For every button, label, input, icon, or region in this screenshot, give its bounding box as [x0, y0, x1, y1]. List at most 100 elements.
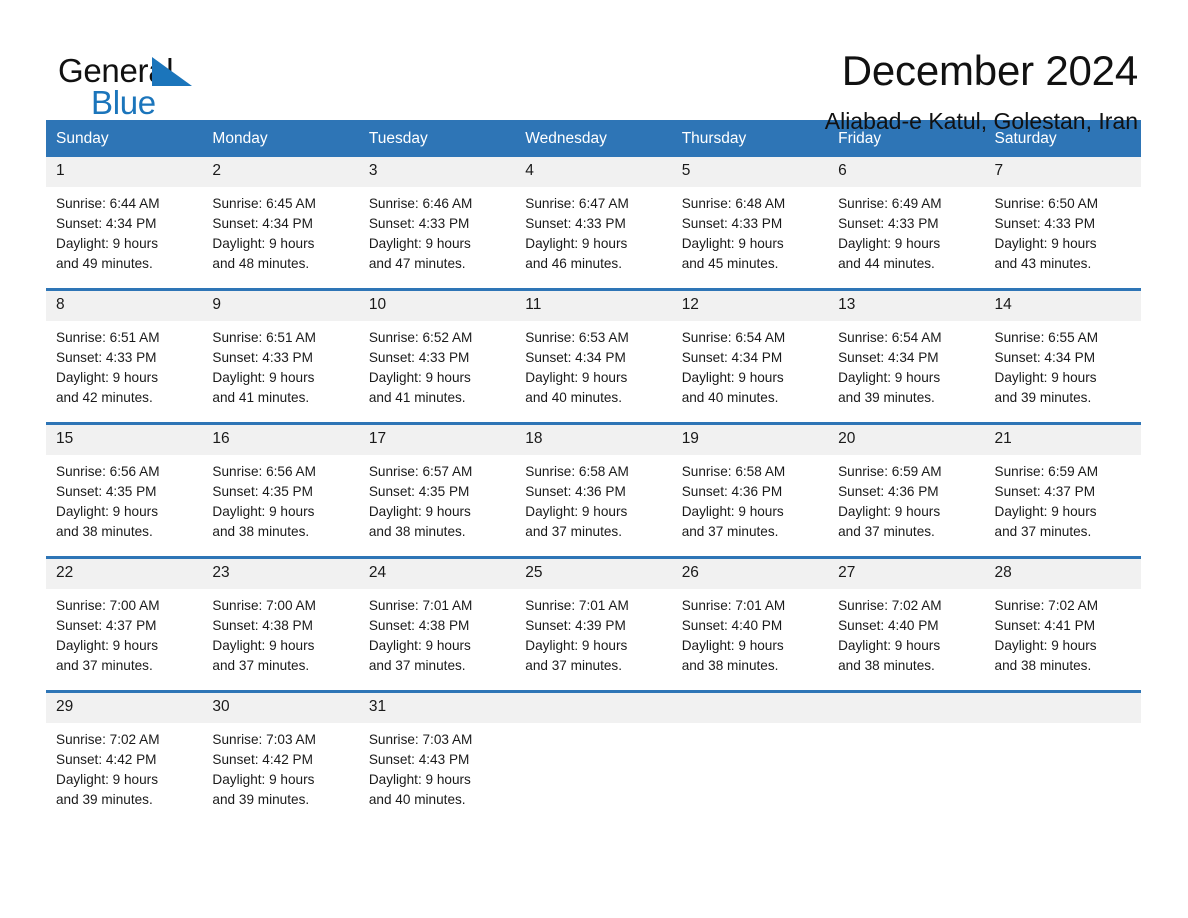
- day-cell[interactable]: 2 Sunrise: 6:45 AM Sunset: 4:34 PM Dayli…: [202, 157, 359, 290]
- sunset-text: Sunset: 4:33 PM: [994, 216, 1096, 231]
- day-number: 15: [46, 425, 203, 455]
- daylight-text-line2: and 38 minutes.: [681, 658, 779, 673]
- day-number: 1: [46, 157, 203, 187]
- week-row: 8 Sunrise: 6:51 AM Sunset: 4:33 PM Dayli…: [46, 288, 1141, 424]
- daylight-text-line1: Daylight: 9 hours: [56, 772, 159, 787]
- daylight-text-line1: Daylight: 9 hours: [525, 504, 628, 519]
- daylight-text-line1: Daylight: 9 hours: [56, 504, 159, 519]
- day-cell[interactable]: 6 Sunrise: 6:49 AM Sunset: 4:33 PM Dayli…: [828, 157, 985, 290]
- day-cell[interactable]: 27 Sunrise: 7:02 AM Sunset: 4:40 PM Dayl…: [828, 556, 985, 692]
- day-cell[interactable]: 29 Sunrise: 7:02 AM Sunset: 4:42 PM Dayl…: [46, 690, 203, 824]
- day-number: 30: [202, 693, 359, 723]
- sunrise-text: Sunrise: 7:03 AM: [212, 732, 316, 747]
- sunset-text: Sunset: 4:33 PM: [368, 350, 470, 365]
- week-row: 1 Sunrise: 6:44 AM Sunset: 4:34 PM Dayli…: [46, 157, 1141, 290]
- daylight-text-line2: and 39 minutes.: [994, 390, 1092, 405]
- daylight-text-line2: and 40 minutes.: [525, 390, 622, 405]
- day-cell[interactable]: 1 Sunrise: 6:44 AM Sunset: 4:34 PM Dayli…: [46, 157, 203, 290]
- daylight-text-line1: Daylight: 9 hours: [681, 370, 784, 385]
- day-details: Sunrise: 6:44 AM Sunset: 4:34 PM Dayligh…: [46, 187, 202, 274]
- day-cell-empty: [984, 690, 1141, 824]
- day-details: Sunrise: 6:50 AM Sunset: 4:33 PM Dayligh…: [985, 187, 1141, 274]
- day-number: 7: [984, 157, 1141, 187]
- daylight-text-line2: and 37 minutes.: [212, 658, 310, 673]
- day-cell[interactable]: 4 Sunrise: 6:47 AM Sunset: 4:33 PM Dayli…: [515, 157, 672, 290]
- sunrise-text: Sunrise: 6:52 AM: [368, 330, 473, 345]
- daylight-text-line2: and 37 minutes.: [681, 524, 779, 539]
- day-number: 4: [515, 157, 672, 187]
- day-number: 24: [358, 559, 516, 589]
- day-cell[interactable]: 9 Sunrise: 6:51 AM Sunset: 4:33 PM Dayli…: [202, 288, 359, 424]
- day-cell[interactable]: 30 Sunrise: 7:03 AM Sunset: 4:42 PM Dayl…: [202, 690, 359, 824]
- calendar-page: General Blue December 2024 Aliabad-e Kat…: [0, 0, 1188, 918]
- day-number: 6: [828, 157, 985, 187]
- day-cell[interactable]: 28 Sunrise: 7:02 AM Sunset: 4:41 PM Dayl…: [984, 556, 1141, 692]
- sunrise-text: Sunrise: 7:02 AM: [994, 598, 1099, 613]
- day-details: Sunrise: 6:49 AM Sunset: 4:33 PM Dayligh…: [828, 187, 984, 274]
- day-cell[interactable]: 16 Sunrise: 6:56 AM Sunset: 4:35 PM Dayl…: [202, 422, 359, 558]
- day-cell[interactable]: 8 Sunrise: 6:51 AM Sunset: 4:33 PM Dayli…: [46, 288, 203, 424]
- day-cell[interactable]: 22 Sunrise: 7:00 AM Sunset: 4:37 PM Dayl…: [46, 556, 203, 692]
- day-details: Sunrise: 6:57 AM Sunset: 4:35 PM Dayligh…: [359, 455, 515, 542]
- day-cell[interactable]: 13 Sunrise: 6:54 AM Sunset: 4:34 PM Dayl…: [828, 288, 985, 424]
- day-cell[interactable]: 18 Sunrise: 6:58 AM Sunset: 4:36 PM Dayl…: [515, 422, 672, 558]
- sunset-text: Sunset: 4:33 PM: [56, 350, 157, 365]
- day-cell[interactable]: 12 Sunrise: 6:54 AM Sunset: 4:34 PM Dayl…: [671, 288, 829, 424]
- generalblue-logo[interactable]: General Blue: [58, 46, 218, 122]
- day-details: Sunrise: 6:56 AM Sunset: 4:35 PM Dayligh…: [202, 455, 358, 542]
- daylight-text-line1: Daylight: 9 hours: [212, 370, 315, 385]
- day-cell[interactable]: 24 Sunrise: 7:01 AM Sunset: 4:38 PM Dayl…: [358, 556, 516, 692]
- sunset-text: Sunset: 4:35 PM: [368, 484, 470, 499]
- sunset-text: Sunset: 4:38 PM: [212, 618, 313, 633]
- day-cell[interactable]: 5 Sunrise: 6:48 AM Sunset: 4:33 PM Dayli…: [671, 157, 829, 290]
- day-cell-empty: [671, 690, 829, 824]
- day-cell[interactable]: 11 Sunrise: 6:53 AM Sunset: 4:34 PM Dayl…: [515, 288, 672, 424]
- daylight-text-line1: Daylight: 9 hours: [525, 638, 628, 653]
- daylight-text-line1: Daylight: 9 hours: [994, 236, 1097, 251]
- day-number: 18: [515, 425, 672, 455]
- sunrise-text: Sunrise: 6:53 AM: [525, 330, 629, 345]
- daylight-text-line2: and 40 minutes.: [368, 792, 466, 807]
- day-cell[interactable]: 19 Sunrise: 6:58 AM Sunset: 4:36 PM Dayl…: [671, 422, 829, 558]
- daylight-text-line1: Daylight: 9 hours: [212, 504, 315, 519]
- day-cell-empty: [828, 690, 985, 824]
- daylight-text-line1: Daylight: 9 hours: [212, 236, 315, 251]
- day-cell[interactable]: 14 Sunrise: 6:55 AM Sunset: 4:34 PM Dayl…: [984, 288, 1141, 424]
- day-cell[interactable]: 10 Sunrise: 6:52 AM Sunset: 4:33 PM Dayl…: [358, 288, 516, 424]
- sunset-text: Sunset: 4:35 PM: [212, 484, 313, 499]
- daylight-text-line2: and 44 minutes.: [838, 256, 935, 271]
- sunset-text: Sunset: 4:36 PM: [681, 484, 783, 499]
- day-cell[interactable]: 21 Sunrise: 6:59 AM Sunset: 4:37 PM Dayl…: [984, 422, 1141, 558]
- day-cell[interactable]: 25 Sunrise: 7:01 AM Sunset: 4:39 PM Dayl…: [515, 556, 672, 692]
- day-cell[interactable]: 20 Sunrise: 6:59 AM Sunset: 4:36 PM Dayl…: [828, 422, 985, 558]
- day-details: Sunrise: 7:03 AM Sunset: 4:42 PM Dayligh…: [202, 723, 358, 810]
- week-row: 22 Sunrise: 7:00 AM Sunset: 4:37 PM Dayl…: [46, 556, 1141, 692]
- day-details: Sunrise: 6:46 AM Sunset: 4:33 PM Dayligh…: [359, 187, 515, 274]
- day-details: Sunrise: 7:01 AM Sunset: 4:39 PM Dayligh…: [515, 589, 671, 676]
- day-cell[interactable]: 3 Sunrise: 6:46 AM Sunset: 4:33 PM Dayli…: [358, 157, 516, 290]
- daylight-text-line2: and 37 minutes.: [525, 658, 622, 673]
- day-cell[interactable]: 26 Sunrise: 7:01 AM Sunset: 4:40 PM Dayl…: [671, 556, 829, 692]
- day-details: Sunrise: 6:54 AM Sunset: 4:34 PM Dayligh…: [828, 321, 984, 408]
- daylight-text-line1: Daylight: 9 hours: [212, 772, 315, 787]
- day-cell[interactable]: 15 Sunrise: 6:56 AM Sunset: 4:35 PM Dayl…: [46, 422, 203, 558]
- weekday-header-sunday: Sunday: [46, 120, 203, 157]
- day-cell[interactable]: 23 Sunrise: 7:00 AM Sunset: 4:38 PM Dayl…: [202, 556, 359, 692]
- daylight-text-line2: and 41 minutes.: [368, 390, 466, 405]
- day-cell[interactable]: 7 Sunrise: 6:50 AM Sunset: 4:33 PM Dayli…: [984, 157, 1141, 290]
- daylight-text-line1: Daylight: 9 hours: [994, 504, 1097, 519]
- sunset-text: Sunset: 4:33 PM: [212, 350, 313, 365]
- day-number: 5: [671, 157, 829, 187]
- day-cell[interactable]: 31 Sunrise: 7:03 AM Sunset: 4:43 PM Dayl…: [358, 690, 516, 824]
- day-details: Sunrise: 6:56 AM Sunset: 4:35 PM Dayligh…: [46, 455, 202, 542]
- day-number: 14: [984, 291, 1141, 321]
- daylight-text-line2: and 38 minutes.: [212, 524, 310, 539]
- sunset-text: Sunset: 4:37 PM: [56, 618, 157, 633]
- day-details: Sunrise: 6:52 AM Sunset: 4:33 PM Dayligh…: [359, 321, 515, 408]
- sunrise-text: Sunrise: 6:56 AM: [212, 464, 316, 479]
- daylight-text-line1: Daylight: 9 hours: [56, 638, 159, 653]
- sunrise-text: Sunrise: 7:01 AM: [525, 598, 629, 613]
- sunset-text: Sunset: 4:36 PM: [838, 484, 939, 499]
- daylight-text-line1: Daylight: 9 hours: [56, 236, 159, 251]
- day-cell[interactable]: 17 Sunrise: 6:57 AM Sunset: 4:35 PM Dayl…: [358, 422, 516, 558]
